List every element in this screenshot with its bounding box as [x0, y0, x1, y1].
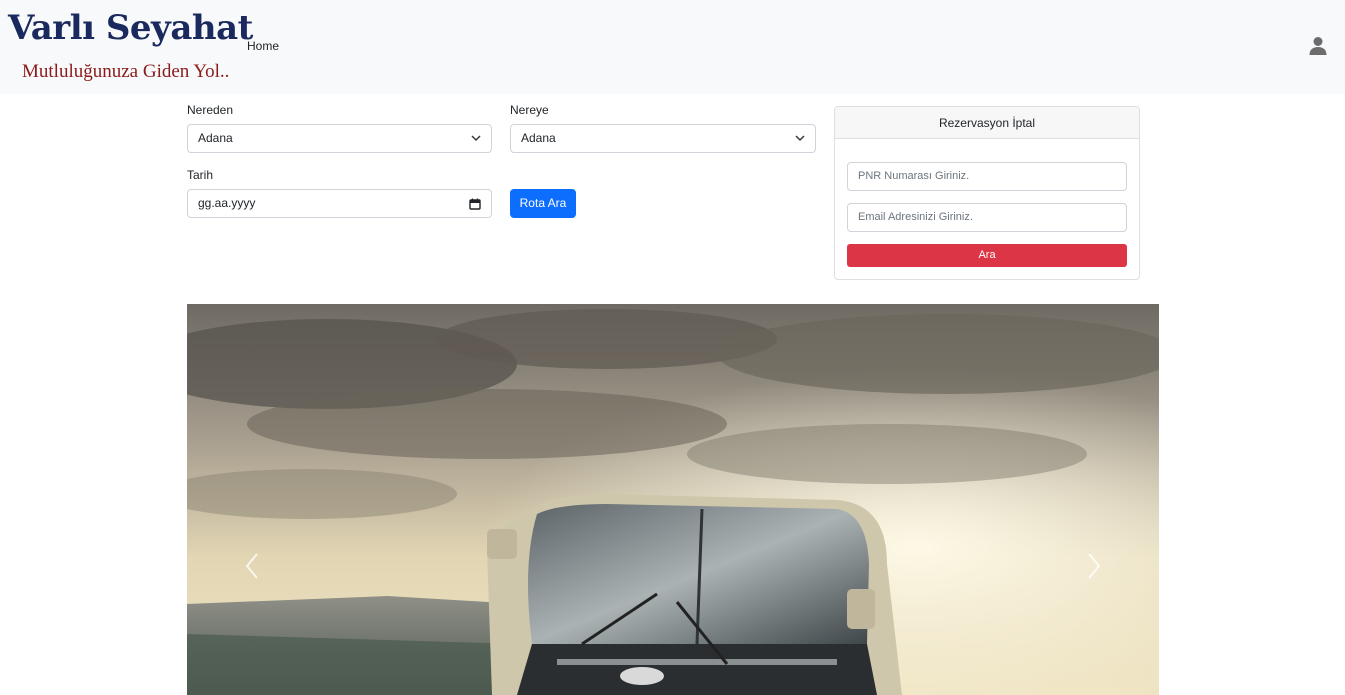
bus-photo	[187, 304, 1159, 695]
user-icon[interactable]	[1308, 36, 1328, 56]
to-select[interactable]: Adana	[510, 124, 816, 153]
from-select[interactable]: Adana	[187, 124, 492, 153]
email-input[interactable]: Email Adresinizi Giriniz.	[847, 203, 1127, 232]
nav-home-link[interactable]: Home	[247, 39, 279, 53]
route-search-button[interactable]: Rota Ara	[510, 189, 576, 218]
cancel-search-button[interactable]: Ara	[847, 244, 1127, 267]
card-title: Rezervasyon İptal	[835, 107, 1139, 139]
chevron-down-icon	[471, 135, 481, 142]
email-placeholder: Email Adresinizi Giriniz.	[858, 211, 973, 223]
pnr-placeholder: PNR Numarası Giriniz.	[858, 170, 970, 182]
brand-slogan: Mutluluğunuza Giden Yol..	[22, 61, 230, 82]
date-label: Tarih	[187, 168, 214, 182]
brand-title[interactable]: Varlı Seyahat	[8, 8, 253, 48]
navbar: Varlı Seyahat Mutluluğunuza Giden Yol.. …	[0, 0, 1345, 94]
to-select-value: Adana	[521, 131, 556, 145]
hero-carousel	[187, 304, 1159, 695]
from-label: Nereden	[187, 103, 234, 117]
to-label: Nereye	[510, 103, 549, 117]
chevron-left-icon[interactable]	[242, 551, 262, 581]
from-select-value: Adana	[198, 131, 233, 145]
reservation-cancel-card: Rezervasyon İptal PNR Numarası Giriniz. …	[834, 106, 1140, 280]
calendar-icon[interactable]	[469, 198, 481, 210]
date-placeholder: gg.aa.yyyy	[198, 196, 256, 210]
pnr-input[interactable]: PNR Numarası Giriniz.	[847, 162, 1127, 191]
date-input[interactable]: gg.aa.yyyy	[187, 189, 492, 218]
chevron-down-icon	[795, 135, 805, 142]
chevron-right-icon[interactable]	[1084, 551, 1104, 581]
